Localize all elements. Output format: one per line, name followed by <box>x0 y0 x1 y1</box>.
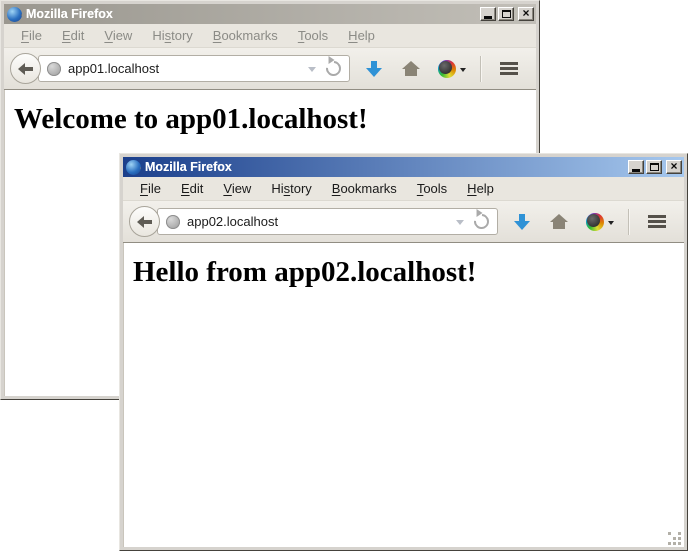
desktop: Mozilla Firefox × File Edit View History… <box>0 0 688 551</box>
close-icon: × <box>522 8 529 18</box>
menu-tools[interactable]: Tools <box>289 25 337 46</box>
open-menu-button[interactable] <box>488 53 530 85</box>
firefox-icon <box>126 160 141 175</box>
resize-grip-icon[interactable] <box>668 531 682 545</box>
menu-view[interactable]: View <box>214 178 260 199</box>
minimize-icon <box>632 169 640 172</box>
close-button[interactable]: × <box>518 7 534 21</box>
url-bar[interactable]: app01.localhost <box>38 55 350 82</box>
url-history-dropdown-icon[interactable] <box>456 220 464 229</box>
menu-file[interactable]: File <box>12 25 51 46</box>
toolbar-separator <box>480 56 482 82</box>
menu-view[interactable]: View <box>95 25 141 46</box>
back-arrow-icon <box>18 64 33 74</box>
window-title: Mozilla Firefox <box>145 160 628 174</box>
browser-window-app02: Mozilla Firefox × File Edit View History… <box>119 153 688 551</box>
download-icon <box>514 214 530 230</box>
navigation-toolbar: app02.localhost <box>123 201 684 243</box>
url-text[interactable]: app01.localhost <box>68 61 308 76</box>
maximize-icon <box>502 10 511 18</box>
menu-bookmarks[interactable]: Bookmarks <box>323 178 406 199</box>
menu-help[interactable]: Help <box>458 178 503 199</box>
hamburger-icon <box>648 215 666 228</box>
firefox-icon <box>7 7 22 22</box>
navigation-toolbar: app01.localhost <box>4 48 536 90</box>
menu-bookmarks[interactable]: Bookmarks <box>204 25 287 46</box>
window-controls: × <box>628 160 682 174</box>
chevron-down-icon <box>460 68 466 75</box>
url-bar[interactable]: app02.localhost <box>157 208 498 235</box>
back-arrow-icon <box>137 217 152 227</box>
menu-history[interactable]: History <box>262 178 320 199</box>
close-icon: × <box>670 161 677 171</box>
menu-help[interactable]: Help <box>339 25 384 46</box>
reload-icon[interactable] <box>323 58 344 79</box>
globe-icon <box>166 215 180 229</box>
color-wheel-icon <box>586 213 604 231</box>
titlebar[interactable]: Mozilla Firefox × <box>123 157 684 177</box>
titlebar[interactable]: Mozilla Firefox × <box>4 4 536 24</box>
globe-icon <box>47 62 61 76</box>
download-button[interactable] <box>350 53 392 85</box>
menu-bar: File Edit View History Bookmarks Tools H… <box>4 24 536 48</box>
minimize-button[interactable] <box>480 7 496 21</box>
color-wheel-icon <box>438 60 456 78</box>
open-menu-button[interactable] <box>636 206 678 238</box>
menu-tools[interactable]: Tools <box>408 178 456 199</box>
chevron-down-icon <box>608 221 614 228</box>
menu-history[interactable]: History <box>143 25 201 46</box>
hamburger-icon <box>500 62 518 75</box>
home-icon <box>550 214 568 229</box>
minimize-button[interactable] <box>628 160 644 174</box>
home-button[interactable] <box>392 53 430 85</box>
menu-bar: File Edit View History Bookmarks Tools H… <box>123 177 684 201</box>
window-title: Mozilla Firefox <box>26 7 480 21</box>
download-icon <box>366 61 382 77</box>
page-heading: Welcome to app01.localhost! <box>14 103 536 136</box>
back-button[interactable] <box>129 206 160 237</box>
menu-edit[interactable]: Edit <box>53 25 93 46</box>
page-content: Hello from app02.localhost! <box>123 243 684 547</box>
maximize-button[interactable] <box>498 7 514 21</box>
reload-icon[interactable] <box>471 211 492 232</box>
window-controls: × <box>480 7 534 21</box>
maximize-button[interactable] <box>646 160 662 174</box>
back-button[interactable] <box>10 53 41 84</box>
minimize-icon <box>484 16 492 19</box>
home-button[interactable] <box>540 206 578 238</box>
url-text[interactable]: app02.localhost <box>187 214 456 229</box>
addon-button[interactable] <box>438 53 466 85</box>
menu-edit[interactable]: Edit <box>172 178 212 199</box>
home-icon <box>402 61 420 76</box>
page-heading: Hello from app02.localhost! <box>133 256 684 289</box>
url-history-dropdown-icon[interactable] <box>308 67 316 76</box>
maximize-icon <box>650 163 659 171</box>
close-button[interactable]: × <box>666 160 682 174</box>
download-button[interactable] <box>498 206 540 238</box>
menu-file[interactable]: File <box>131 178 170 199</box>
addon-button[interactable] <box>586 206 614 238</box>
toolbar-separator <box>628 209 630 235</box>
